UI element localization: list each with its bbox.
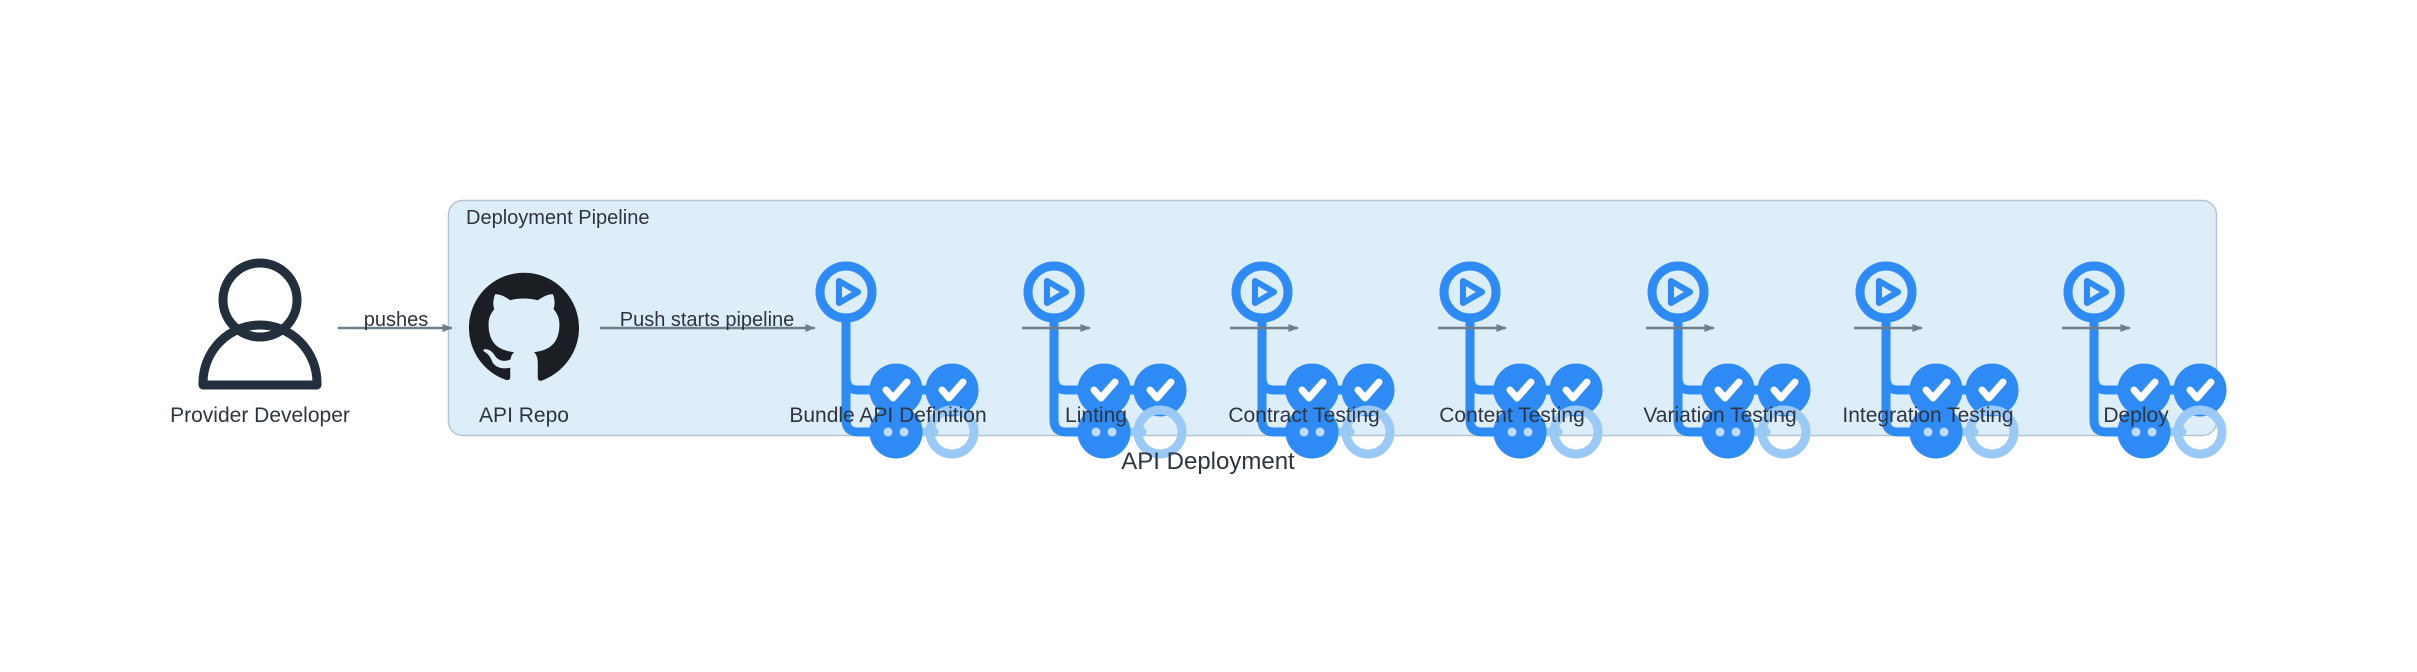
stage-label-linting: Linting [1065,404,1127,427]
stage-label-integration-testing: Integration Testing [1842,404,2014,427]
api-repo-label: API Repo [479,404,569,427]
provider-developer-node [198,258,322,390]
stage-label-bundle-api-definition: Bundle API Definition [789,404,987,427]
stage-label-contract-testing: Contract Testing [1228,404,1380,427]
diagram-caption: API Deployment [1121,448,1295,475]
provider-developer-label: Provider Developer [170,404,350,427]
deployment-pipeline-group-label: Deployment Pipeline [466,207,650,229]
stage-label-variation-testing: Variation Testing [1643,404,1797,427]
stage-label-content-testing: Content Testing [1439,404,1585,427]
stage-label-deploy: Deploy [2103,404,2169,427]
edge-label-push-starts-pipeline: Push starts pipeline [619,309,795,331]
edge-label-pushes: pushes [363,309,429,331]
diagram-canvas [198,199,2417,672]
pipeline-diagram: Deployment Pipeline Provider Developer p… [0,0,2417,672]
